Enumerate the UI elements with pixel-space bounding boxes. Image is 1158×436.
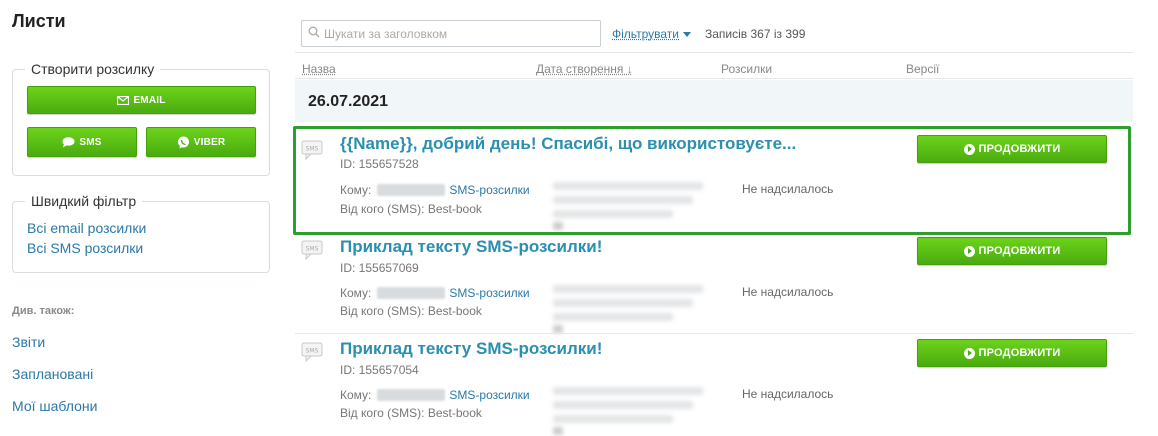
sms-bubble-icon — [62, 136, 75, 148]
sms-message-icon: SMS — [301, 240, 323, 261]
blurred-recipient — [377, 184, 446, 196]
quick-filter-legend: Швидкий фільтр — [25, 193, 143, 209]
send-status: Не надсилалось — [742, 182, 834, 196]
sms-message-icon: SMS — [301, 342, 323, 363]
date-group-label: 26.07.2021 — [308, 93, 389, 110]
viber-icon — [177, 136, 190, 149]
message-id: ID: 155657069 — [340, 261, 419, 275]
continue-label: ПРОДОВЖИТИ — [978, 143, 1061, 155]
recipient-prefix: Кому: — [340, 286, 372, 300]
reports-link[interactable]: Звіти — [12, 334, 45, 350]
continue-button[interactable]: ПРОДОВЖИТИ — [917, 135, 1107, 163]
filter-all-sms-link[interactable]: Всі SMS розсилки — [27, 240, 143, 256]
continue-label: ПРОДОВЖИТИ — [978, 347, 1061, 359]
my-templates-link[interactable]: Мої шаблони — [12, 398, 97, 414]
scheduled-link[interactable]: Заплановані — [12, 366, 93, 382]
date-group-header: 26.07.2021 — [295, 80, 1133, 122]
send-status: Не надсилалось — [742, 387, 834, 401]
blurred-details — [553, 283, 715, 335]
recipient-line: Кому: SMS-розсилки — [340, 183, 530, 197]
create-email-label: EMAIL — [133, 94, 166, 106]
sidebar: Листи Створити розсилку EMAIL SMS VIBER … — [0, 0, 285, 436]
column-header-campaigns: Розсилки — [721, 62, 773, 76]
message-title-link[interactable]: {{Name}}, добрий день! Спасибі, що викор… — [340, 134, 796, 154]
filter-all-email-link[interactable]: Всі email розсилки — [27, 220, 146, 236]
create-sms-button[interactable]: SMS — [27, 127, 137, 157]
table-row: SMS Приклад тексту SMS-розсилки! ID: 155… — [295, 235, 1133, 337]
row-divider — [295, 333, 1133, 334]
sms-message-icon: SMS — [301, 140, 323, 161]
header-divider-bottom — [295, 78, 1133, 79]
sender-line: Від кого (SMS): Best-book — [340, 202, 482, 216]
filter-dropdown[interactable]: Фільтрувати — [612, 27, 691, 41]
continue-button[interactable]: ПРОДОВЖИТИ — [917, 237, 1107, 265]
recipient-list-link[interactable]: SMS-розсилки — [449, 286, 529, 300]
blurred-recipient — [377, 287, 446, 299]
column-header-created-date[interactable]: Дата створення ↓ — [536, 62, 633, 76]
recipient-prefix: Кому: — [340, 388, 372, 402]
message-title-link[interactable]: Приклад тексту SMS-розсилки! — [340, 339, 602, 359]
column-header-name[interactable]: Назва — [302, 62, 336, 76]
filter-label: Фільтрувати — [612, 27, 679, 41]
svg-text:SMS: SMS — [306, 146, 319, 153]
search-icon — [308, 25, 320, 43]
create-campaign-panel: Створити розсилку EMAIL SMS VIBER — [12, 61, 270, 176]
recipient-line: Кому: SMS-розсилки — [340, 388, 530, 402]
table-row: SMS {{Name}}, добрий день! Спасибі, що в… — [295, 124, 1133, 234]
blurred-details — [553, 385, 715, 436]
message-title-link[interactable]: Приклад тексту SMS-розсилки! — [340, 237, 602, 257]
caret-down-icon — [683, 31, 691, 37]
sender-line: Від кого (SMS): Best-book — [340, 406, 482, 420]
search-input[interactable] — [324, 26, 584, 41]
recipient-list-link[interactable]: SMS-розсилки — [449, 183, 529, 197]
create-email-button[interactable]: EMAIL — [27, 86, 256, 114]
recipient-line: Кому: SMS-розсилки — [340, 286, 530, 300]
page-title: Листи — [12, 11, 66, 31]
create-viber-label: VIBER — [193, 136, 226, 148]
quick-filter-panel: Швидкий фільтр Всі email розсилки Всі SM… — [12, 193, 270, 273]
svg-text:SMS: SMS — [306, 246, 319, 253]
continue-label: ПРОДОВЖИТИ — [978, 245, 1061, 257]
svg-text:SMS: SMS — [306, 348, 319, 355]
continue-button[interactable]: ПРОДОВЖИТИ — [917, 339, 1107, 367]
play-circle-icon — [963, 143, 975, 155]
create-campaign-legend: Створити розсилку — [25, 61, 161, 77]
sender-line: Від кого (SMS): Best-book — [340, 304, 482, 318]
recipient-list-link[interactable]: SMS-розсилки — [449, 388, 529, 402]
play-circle-icon — [963, 347, 975, 359]
blurred-recipient — [377, 389, 446, 401]
send-status: Не надсилалось — [742, 285, 834, 299]
search-box[interactable] — [301, 20, 601, 47]
email-icon — [117, 95, 130, 105]
recipient-prefix: Кому: — [340, 183, 372, 197]
records-count: Записів 367 із 399 — [705, 27, 806, 41]
message-id: ID: 155657054 — [340, 363, 419, 377]
column-header-versions: Версії — [906, 62, 940, 76]
blurred-details — [553, 180, 715, 232]
create-viber-button[interactable]: VIBER — [146, 127, 256, 157]
see-also-label: Див. також: — [12, 305, 75, 317]
play-circle-icon — [963, 245, 975, 257]
table-row: SMS Приклад тексту SMS-розсилки! ID: 155… — [295, 337, 1133, 436]
header-divider-top — [295, 52, 1133, 53]
message-id: ID: 155657528 — [340, 157, 419, 171]
create-sms-label: SMS — [79, 136, 102, 148]
